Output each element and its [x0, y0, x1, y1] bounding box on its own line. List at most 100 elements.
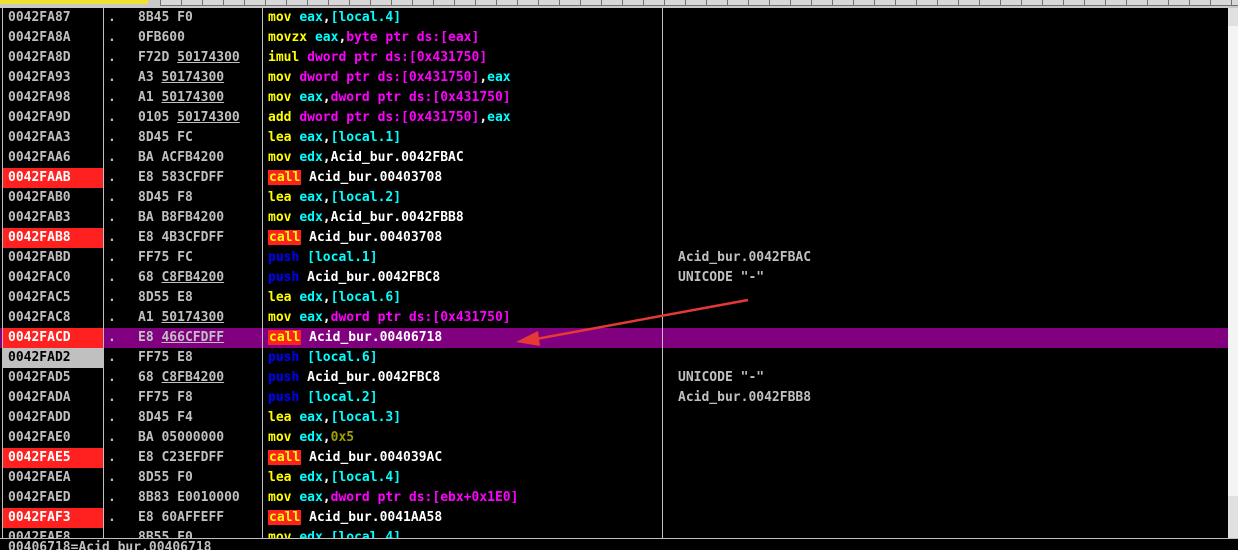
address-cell[interactable]: 0042FAB0 — [2, 188, 103, 208]
address-cell[interactable]: 0042FAC0 — [2, 268, 103, 288]
toolbar-button[interactable] — [727, 0, 749, 6]
hex-dump-cell[interactable]: 68 C8FB4200 — [138, 368, 262, 388]
address-cell[interactable]: 0042FA98 — [2, 88, 103, 108]
toolbar-button[interactable] — [832, 0, 854, 6]
instruction-cell[interactable]: mov eax,dword ptr ds:[ebx+0x1E0] — [268, 488, 672, 508]
toolbar-button[interactable] — [1000, 0, 1022, 6]
hex-dump-cell[interactable]: 8D45 F8 — [138, 188, 262, 208]
instruction-cell[interactable]: mov edx,Acid_bur.0042FBB8 — [268, 208, 672, 228]
toolbar-button[interactable] — [1084, 0, 1106, 6]
instruction-cell[interactable]: push [local.1] — [268, 248, 672, 268]
toolbar-button[interactable] — [391, 0, 413, 6]
address-cell[interactable]: 0042FAB8 — [2, 228, 103, 248]
code-row[interactable]: 0042FAC0. 68 C8FB4200 push Acid_bur.0042FB… — [0, 268, 1228, 288]
toolbar-button[interactable] — [244, 0, 266, 6]
toolbar-button[interactable] — [958, 0, 980, 6]
code-row[interactable]: 0042FA9D. 0105 50174300 add dword ptr ds:[… — [0, 108, 1228, 128]
toolbar-button[interactable] — [538, 0, 560, 6]
instruction-cell[interactable]: call Acid_bur.0041AA58 — [268, 508, 672, 528]
toolbar-button[interactable] — [706, 0, 728, 6]
code-row[interactable]: 0042FAE5. E8 C23EFDFF call Acid_bur.004039… — [0, 448, 1228, 468]
hex-dump-cell[interactable]: FF75 E8 — [138, 348, 262, 368]
hex-dump-cell[interactable]: FF75 FC — [138, 248, 262, 268]
toolbar-button[interactable] — [1042, 0, 1064, 6]
hex-dump-cell[interactable]: 0FB600 — [138, 28, 262, 48]
toolbar-button[interactable] — [559, 0, 581, 6]
hex-dump-cell[interactable]: E8 60AFFEFF — [138, 508, 262, 528]
instruction-cell[interactable]: lea edx,[local.4] — [268, 468, 672, 488]
code-row[interactable]: 0042FAD2. FF75 E8 push [local.6] — [0, 348, 1228, 368]
instruction-cell[interactable]: movzx eax,byte ptr ds:[eax] — [268, 28, 672, 48]
code-row[interactable]: 0042FADD. 8D45 F4 lea eax,[local.3] — [0, 408, 1228, 428]
code-row[interactable]: 0042FAA3. 8D45 FC lea eax,[local.1] — [0, 128, 1228, 148]
hex-dump-cell[interactable]: 8D45 F4 — [138, 408, 262, 428]
hex-dump-cell[interactable]: E8 583CFDFF — [138, 168, 262, 188]
toolbar-button[interactable] — [979, 0, 1001, 6]
scrollbar-thumb[interactable] — [1228, 26, 1238, 496]
address-cell[interactable]: 0042FAE5 — [2, 448, 103, 468]
hex-dump-cell[interactable]: F72D 50174300 — [138, 48, 262, 68]
instruction-cell[interactable]: mov eax,dword ptr ds:[0x431750] — [268, 88, 672, 108]
code-row[interactable]: 0042FAE0. BA 05000000 mov edx,0x5 — [0, 428, 1228, 448]
hex-dump-cell[interactable]: 0105 50174300 — [138, 108, 262, 128]
instruction-cell[interactable]: mov edx,Acid_bur.0042FBAC — [268, 148, 672, 168]
hex-dump-cell[interactable]: FF75 F8 — [138, 388, 262, 408]
address-cell[interactable]: 0042FAF3 — [2, 508, 103, 528]
code-row[interactable]: 0042FABD. FF75 FC push [local.1] Acid_bur.0… — [0, 248, 1228, 268]
comment-cell[interactable]: Acid_bur.0042FBAC — [678, 248, 811, 268]
instruction-cell[interactable]: push [local.2] — [268, 388, 672, 408]
address-cell[interactable]: 0042FAC5 — [2, 288, 103, 308]
code-row[interactable]: 0042FAB8. E8 4B3CFDFF call Acid_bur.004037… — [0, 228, 1228, 248]
toolbar-button[interactable] — [307, 0, 329, 6]
address-cell[interactable]: 0042FAE0 — [2, 428, 103, 448]
instruction-cell[interactable]: mov dword ptr ds:[0x431750],eax — [268, 68, 672, 88]
comment-cell[interactable]: Acid_bur.0042FBB8 — [678, 388, 811, 408]
instruction-cell[interactable]: lea eax,[local.2] — [268, 188, 672, 208]
hex-dump-cell[interactable]: 8B55 F0 — [138, 528, 262, 538]
instruction-cell[interactable]: push [local.6] — [268, 348, 672, 368]
hex-dump-cell[interactable]: A1 50174300 — [138, 88, 262, 108]
comment-cell[interactable]: UNICODE "-" — [678, 368, 764, 388]
instruction-cell[interactable]: lea edx,[local.6] — [268, 288, 672, 308]
instruction-cell[interactable]: imul dword ptr ds:[0x431750] — [268, 48, 672, 68]
toolbar-button[interactable] — [622, 0, 644, 6]
instruction-cell[interactable]: push Acid_bur.0042FBC8 — [268, 268, 672, 288]
toolbar-button[interactable] — [202, 0, 224, 6]
address-cell[interactable]: 0042FADA — [2, 388, 103, 408]
toolbar-button[interactable] — [790, 0, 812, 6]
code-row[interactable]: 0042FAF3. E8 60AFFEFF call Acid_bur.0041AA… — [0, 508, 1228, 528]
address-cell[interactable]: 0042FAB3 — [2, 208, 103, 228]
toolbar-button[interactable] — [454, 0, 476, 6]
toolbar-button[interactable] — [601, 0, 623, 6]
toolbar-button[interactable] — [748, 0, 770, 6]
toolbar-button[interactable] — [1147, 0, 1169, 6]
code-row[interactable]: 0042FAA6. BA ACFB4200 mov edx,Acid_bur.004… — [0, 148, 1228, 168]
toolbar-button[interactable] — [874, 0, 896, 6]
toolbar-button[interactable] — [223, 0, 245, 6]
hex-dump-cell[interactable]: 8B83 E0010000 — [138, 488, 262, 508]
hex-dump-cell[interactable]: E8 4B3CFDFF — [138, 228, 262, 248]
toolbar-button[interactable] — [475, 0, 497, 6]
address-cell[interactable]: 0042FA87 — [2, 8, 103, 28]
disassembly-listing[interactable]: 0042FA87. 8B45 F0 mov eax,[local.4] 0042FA8… — [0, 8, 1228, 538]
toolbar-button[interactable] — [1126, 0, 1148, 6]
code-row[interactable]: 0042FAAB. E8 583CFDFF call Acid_bur.004037… — [0, 168, 1228, 188]
instruction-cell[interactable]: mov edx,0x5 — [268, 428, 672, 448]
hex-dump-cell[interactable]: A1 50174300 — [138, 308, 262, 328]
code-row[interactable]: 0042FAB3. BA B8FB4200 mov edx,Acid_bur.004… — [0, 208, 1228, 228]
toolbar-button[interactable] — [370, 0, 392, 6]
address-cell[interactable]: 0042FAA6 — [2, 148, 103, 168]
toolbar-button[interactable] — [643, 0, 665, 6]
toolbar-button[interactable] — [1168, 0, 1190, 6]
toolbar-button[interactable] — [1210, 0, 1232, 6]
address-cell[interactable]: 0042FAEA — [2, 468, 103, 488]
code-row[interactable]: 0042FACD. E8 466CFDFF call Acid_bur.004067… — [0, 328, 1228, 348]
code-row[interactable]: 0042FAC5. 8D55 E8 lea edx,[local.6] — [0, 288, 1228, 308]
toolbar-button[interactable] — [160, 0, 182, 6]
instruction-cell[interactable]: call Acid_bur.00403708 — [268, 168, 672, 188]
instruction-cell[interactable]: mov eax,[local.4] — [268, 8, 672, 28]
toolbar-button[interactable] — [433, 0, 455, 6]
instruction-cell[interactable]: call Acid_bur.004039AC — [268, 448, 672, 468]
address-cell[interactable]: 0042FAAB — [2, 168, 103, 188]
toolbar-button[interactable] — [580, 0, 602, 6]
